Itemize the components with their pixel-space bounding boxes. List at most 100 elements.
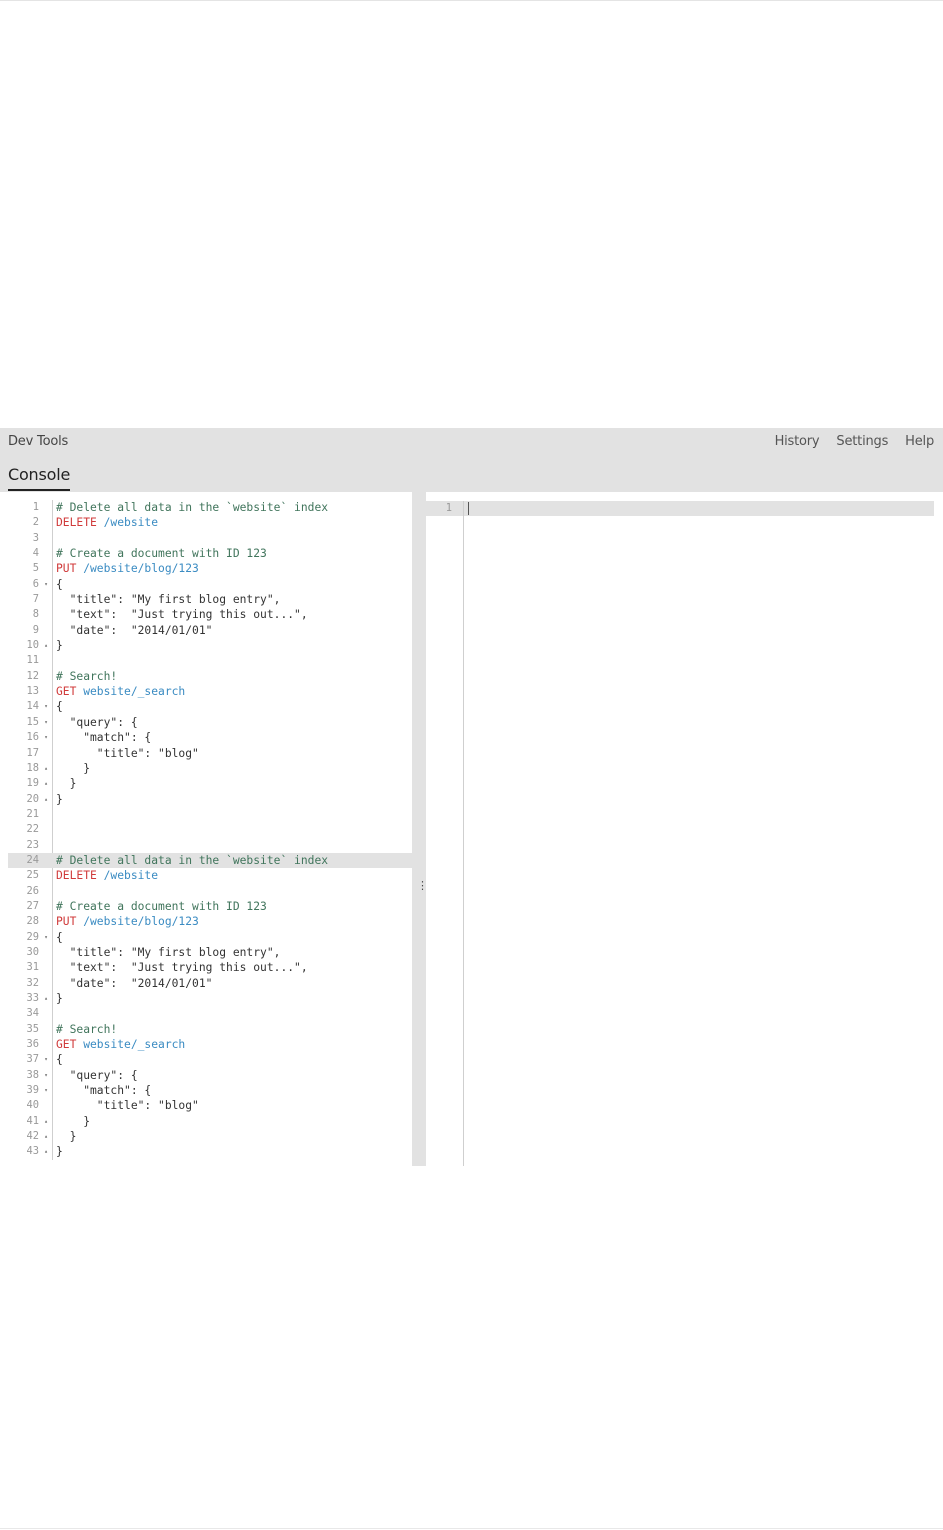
editor-line[interactable]: 28 PUT /website/blog/123 bbox=[8, 914, 412, 929]
fold-collapse-icon[interactable]: ▾ bbox=[42, 1052, 50, 1067]
line-code: # Create a document with ID 123 bbox=[56, 546, 267, 561]
line-code: "text": "Just trying this out...", bbox=[56, 607, 308, 622]
request-editor[interactable]: 1 # Delete all data in the `website` inde… bbox=[8, 492, 412, 1166]
line-code: { bbox=[56, 699, 63, 714]
editor-line[interactable]: 36 GET website/_search bbox=[8, 1037, 412, 1052]
editor-line[interactable]: 24 # Delete all data in the `website` ind… bbox=[8, 852, 412, 869]
editor-line[interactable]: 30 "title": "My first blog entry", bbox=[8, 945, 412, 960]
code-token: "match": { bbox=[56, 1084, 152, 1098]
text-cursor bbox=[468, 502, 469, 515]
fold-expand-icon[interactable]: ▴ bbox=[42, 792, 50, 807]
line-number: 14 bbox=[26, 700, 39, 713]
editor-line[interactable]: 2 DELETE /website bbox=[8, 515, 412, 530]
fold-expand-icon[interactable]: ▴ bbox=[42, 991, 50, 1006]
fold-expand-icon[interactable]: ▴ bbox=[42, 638, 50, 653]
editor-line[interactable]: 17 "title": "blog" bbox=[8, 746, 412, 761]
code-token: "title": "blog" bbox=[56, 746, 199, 760]
fold-expand-icon[interactable]: ▴ bbox=[42, 761, 50, 776]
editor-line[interactable]: 29 ▾ { bbox=[8, 930, 412, 945]
editor-line[interactable]: 34 bbox=[8, 1006, 412, 1021]
editor-line[interactable]: 22 bbox=[8, 822, 412, 837]
fold-expand-icon[interactable]: ▴ bbox=[42, 1114, 50, 1129]
history-link[interactable]: History bbox=[775, 434, 820, 449]
line-number: 15 bbox=[26, 715, 39, 728]
help-link[interactable]: Help bbox=[905, 434, 934, 449]
fold-collapse-icon[interactable]: ▾ bbox=[42, 577, 50, 592]
editor-line[interactable]: 9 "date": "2014/01/01" bbox=[8, 623, 412, 638]
fold-collapse-icon[interactable]: ▾ bbox=[42, 1068, 50, 1083]
url-token: /website/blog/123 bbox=[76, 915, 199, 929]
editor-line[interactable]: 43 ▴} bbox=[8, 1144, 412, 1159]
editor-line[interactable]: 19 ▴ } bbox=[8, 776, 412, 791]
code-token: { bbox=[56, 930, 63, 944]
editor-line[interactable]: 26 bbox=[8, 884, 412, 899]
editor-line[interactable]: 6 ▾ { bbox=[8, 577, 412, 592]
editor-line[interactable]: 10 ▴} bbox=[8, 638, 412, 653]
fold-collapse-icon[interactable]: ▾ bbox=[42, 699, 50, 714]
app-title: Dev Tools bbox=[8, 434, 69, 449]
fold-expand-icon[interactable]: ▴ bbox=[42, 1144, 50, 1159]
response-viewer[interactable]: 1 bbox=[426, 492, 943, 1166]
editor-line[interactable]: 14 ▾ { bbox=[8, 699, 412, 714]
editor-line[interactable]: 16 ▾ "match": { bbox=[8, 730, 412, 745]
editor-line[interactable]: 27 # Create a document with ID 123 bbox=[8, 899, 412, 914]
fold-collapse-icon[interactable]: ▾ bbox=[42, 1083, 50, 1098]
code-token: "title": "My first blog entry", bbox=[56, 945, 281, 959]
fold-collapse-icon[interactable]: ▾ bbox=[42, 730, 50, 745]
line-code: "date": "2014/01/01" bbox=[56, 623, 213, 638]
editor-line[interactable]: 3 bbox=[8, 531, 412, 546]
editor-line[interactable]: 15 ▾ "query": { bbox=[8, 715, 412, 730]
code-token: { bbox=[56, 577, 63, 591]
editor-line[interactable]: 38 ▾ "query": { bbox=[8, 1068, 412, 1083]
settings-link[interactable]: Settings bbox=[836, 434, 888, 449]
editor-line[interactable]: 5 PUT /website/blog/123 bbox=[8, 561, 412, 576]
line-code: "title": "blog" bbox=[56, 1098, 199, 1113]
line-code: "query": { bbox=[56, 715, 138, 730]
editor-line[interactable]: 20 ▴} bbox=[8, 792, 412, 807]
comment-token: # Search! bbox=[56, 1022, 118, 1036]
line-number: 7 bbox=[32, 593, 39, 606]
editor-line[interactable]: 18 ▴ } bbox=[8, 761, 412, 776]
code-token: } bbox=[56, 1114, 91, 1128]
line-number: 26 bbox=[26, 884, 39, 897]
fold-collapse-icon[interactable]: ▾ bbox=[42, 715, 50, 730]
line-number: 20 bbox=[26, 792, 39, 805]
fold-expand-icon[interactable]: ▴ bbox=[42, 776, 50, 791]
editor-panes: 1 # Delete all data in the `website` inde… bbox=[0, 492, 943, 1166]
response-line-number: 1 bbox=[445, 502, 452, 514]
line-number: 21 bbox=[26, 807, 39, 820]
editor-line[interactable]: 39 ▾ "match": { bbox=[8, 1083, 412, 1098]
pane-resizer-handle[interactable]: ⋮ bbox=[412, 492, 428, 1166]
line-code: "date": "2014/01/01" bbox=[56, 976, 213, 991]
tab-console[interactable]: Console bbox=[8, 465, 70, 491]
line-number: 23 bbox=[26, 838, 39, 851]
editor-line[interactable]: 31 "text": "Just trying this out...", bbox=[8, 960, 412, 975]
editor-line[interactable]: 12 # Search! bbox=[8, 669, 412, 684]
comment-token: # Delete all data in the `website` index bbox=[56, 853, 329, 867]
editor-line[interactable]: 4 # Create a document with ID 123 bbox=[8, 546, 412, 561]
code-token: "text": "Just trying this out...", bbox=[56, 608, 308, 622]
line-code: "title": "My first blog entry", bbox=[56, 592, 281, 607]
url-token: website/_search bbox=[76, 685, 186, 699]
editor-line[interactable]: 37 ▾ { bbox=[8, 1052, 412, 1067]
editor-line[interactable]: 33 ▴} bbox=[8, 991, 412, 1006]
editor-line[interactable]: 21 bbox=[8, 807, 412, 822]
editor-line[interactable]: 13 GET website/_search bbox=[8, 684, 412, 699]
fold-expand-icon[interactable]: ▴ bbox=[42, 1129, 50, 1144]
line-code: } bbox=[56, 638, 63, 653]
editor-line[interactable]: 41 ▴ } bbox=[8, 1114, 412, 1129]
editor-line[interactable]: 23 bbox=[8, 838, 412, 853]
editor-line[interactable]: 25 DELETE /website bbox=[8, 868, 412, 883]
editor-line[interactable]: 32 "date": "2014/01/01" bbox=[8, 976, 412, 991]
editor-line[interactable]: 11 bbox=[8, 653, 412, 668]
editor-line[interactable]: 40 "title": "blog" bbox=[8, 1098, 412, 1113]
editor-line[interactable]: 35 # Search! bbox=[8, 1022, 412, 1037]
line-code: # Delete all data in the `website` index bbox=[56, 853, 328, 868]
fold-collapse-icon[interactable]: ▾ bbox=[42, 930, 50, 945]
editor-line[interactable]: 42 ▴ } bbox=[8, 1129, 412, 1144]
editor-line[interactable]: 8 "text": "Just trying this out...", bbox=[8, 607, 412, 622]
editor-line[interactable]: 7 "title": "My first blog entry", bbox=[8, 592, 412, 607]
editor-line[interactable]: 1 # Delete all data in the `website` inde… bbox=[8, 500, 412, 515]
code-token: "date": "2014/01/01" bbox=[56, 623, 213, 637]
method-token: DELETE bbox=[56, 869, 97, 883]
